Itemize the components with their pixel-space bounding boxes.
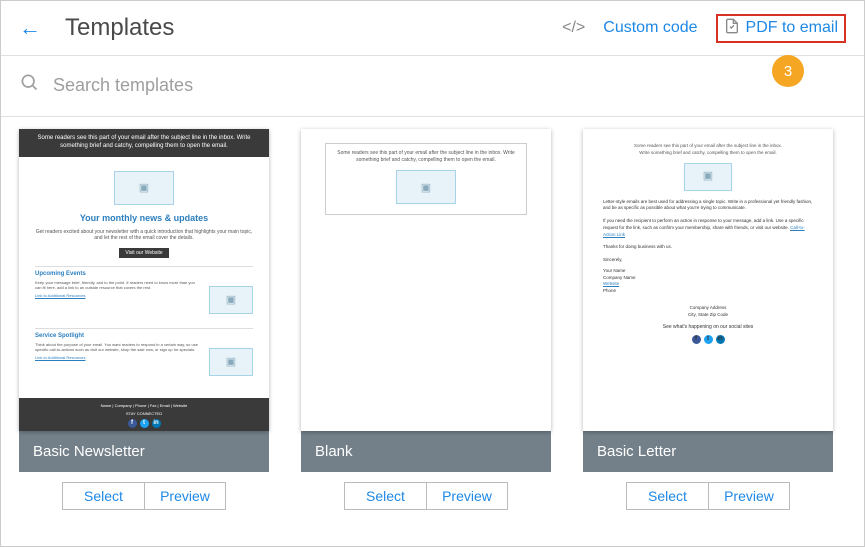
select-button[interactable]: Select [62,482,144,510]
search-input[interactable] [53,75,353,96]
nl-intro: Get readers excited about your newslette… [35,229,253,242]
nl-section-link: Link to Additional Resources [35,293,85,299]
template-thumbnail-newsletter[interactable]: Some readers see this part of your email… [19,129,269,431]
code-icon: </> [562,19,585,37]
custom-code-link[interactable]: Custom code [603,19,697,37]
nl-preheader: Some readers see this part of your email… [19,129,269,157]
select-button[interactable]: Select [626,482,708,510]
letter-paragraph: If you need the recipient to perform an … [603,218,813,238]
pdf-to-email-link[interactable]: PDF to email [746,19,838,37]
back-arrow-icon[interactable]: ← [19,15,41,41]
nl-footer-line: Name | Company | Phone | Fax | Email | W… [24,403,264,408]
twitter-icon: t [140,419,149,428]
letter-phone: Phone [603,288,616,293]
template-card: Some readers see this part of your email… [301,129,551,510]
pdf-to-email-highlight: PDF to email [716,14,846,43]
image-placeholder-icon: ▣ [396,170,456,204]
facebook-icon: f [128,419,137,428]
preview-button[interactable]: Preview [144,482,226,510]
blank-preheader: Some readers see this part of your email… [334,150,518,164]
facebook-icon: f [692,335,701,344]
letter-sincerely: Sincerely, [603,257,813,264]
letter-address: City, State Zip Code [688,312,728,317]
nl-section-body: Think about the purpose of your email. Y… [35,342,198,353]
image-placeholder-icon: ▣ [684,163,732,191]
letter-preheader: Write something brief and catchy, compel… [639,150,776,155]
letter-thanks: Thanks for doing business with us. [603,244,813,251]
preview-button[interactable]: Preview [426,482,508,510]
pdf-icon [724,18,740,39]
letter-name: Your Name [603,268,625,273]
image-placeholder-icon: ▣ [209,348,253,376]
letter-preheader: Some readers see this part of your email… [634,143,782,148]
page-title: Templates [65,14,562,42]
linkedin-icon: in [152,419,161,428]
template-thumbnail-letter[interactable]: Some readers see this part of your email… [583,129,833,431]
nl-section-body: Keep your message brief, friendly, and t… [35,280,195,291]
letter-website-link: Website [603,281,619,286]
letter-social-line: See what's happening on our social sites [663,324,753,330]
header-actions: </> Custom code PDF to email [562,14,846,43]
letter-address: Company Address [690,305,727,310]
template-label: Basic Letter [583,431,833,472]
linkedin-icon: in [716,335,725,344]
template-label: Blank [301,431,551,472]
image-placeholder-icon: ▣ [114,171,174,205]
nl-title: Your monthly news & updates [35,213,253,223]
letter-company: Company Name [603,275,636,280]
nl-section-title: Service Spotlight [35,333,253,339]
template-card: Some readers see this part of your email… [19,129,269,510]
nl-cta-button: Visit our Website [119,248,169,258]
step-callout-badge: 3 [772,55,804,87]
select-button[interactable]: Select [344,482,426,510]
preview-button[interactable]: Preview [708,482,790,510]
template-card: Some readers see this part of your email… [583,129,833,510]
nl-section-link: Link to Additional Resources [35,355,85,361]
letter-paragraph: Letter-style emails are best used for ad… [603,199,813,213]
search-icon [19,72,39,98]
template-thumbnail-blank[interactable]: Some readers see this part of your email… [301,129,551,431]
nl-section-title: Upcoming Events [35,271,253,277]
nl-stay-connected: STAY CONNECTED [24,411,264,416]
twitter-icon: t [704,335,713,344]
template-cards-row: Some readers see this part of your email… [1,117,864,510]
image-placeholder-icon: ▣ [209,286,253,314]
template-label: Basic Newsletter [19,431,269,472]
